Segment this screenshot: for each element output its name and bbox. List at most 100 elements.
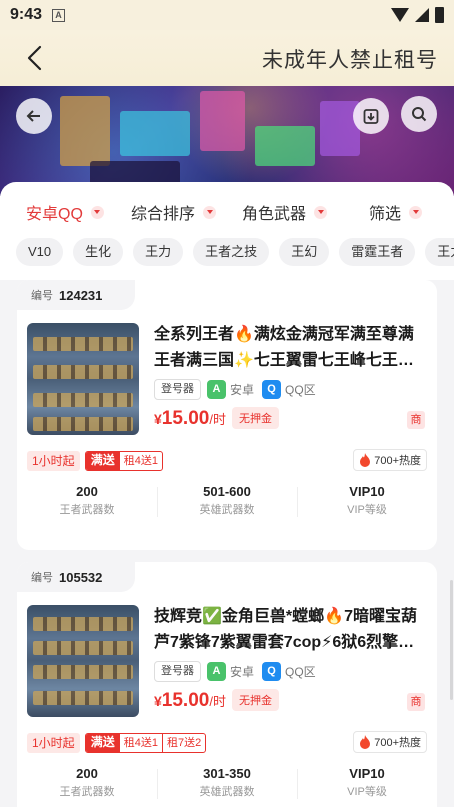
listing-card[interactable]: 编号 124231 全系列王者🔥满炫金满冠军满至尊满王者满三国✨七王翼雷七王峰七… bbox=[17, 280, 437, 550]
page-title: 未成年人禁止租号 bbox=[262, 49, 438, 72]
stat-value: 501-600 bbox=[203, 484, 251, 499]
back-arrow-icon[interactable] bbox=[22, 44, 50, 72]
sort-platform[interactable]: 安卓QQ bbox=[26, 200, 104, 224]
min-rent-tag: 1小时起 bbox=[27, 451, 80, 471]
deposit-badge: 无押金 bbox=[231, 689, 279, 711]
listing-code: 编号 105532 bbox=[17, 562, 135, 592]
save-button[interactable] bbox=[353, 98, 389, 134]
shop-badge: 商 bbox=[407, 411, 425, 429]
qq-icon: Q bbox=[262, 379, 282, 399]
listing-thumbnail bbox=[27, 605, 139, 717]
code-label: 编号 bbox=[31, 572, 53, 584]
stat-value: 200 bbox=[76, 766, 98, 781]
battery-icon bbox=[435, 7, 444, 23]
listing-card[interactable]: 编号 105532 技辉竞✅金角巨兽*螳螂🔥7暗曜宝葫芦7紫锋7紫翼雷套7cop… bbox=[17, 562, 437, 807]
banner-image bbox=[0, 86, 454, 196]
region-label: QQ区 bbox=[285, 664, 316, 679]
deal-item: 租4送1 bbox=[123, 455, 158, 467]
price-value: 15.00 bbox=[161, 408, 210, 429]
stat-label: VIP等级 bbox=[347, 504, 387, 516]
scrollbar[interactable] bbox=[450, 580, 453, 700]
price-unit: /时 bbox=[209, 412, 226, 427]
search-button[interactable] bbox=[401, 96, 437, 132]
tag-chip[interactable]: V10 bbox=[16, 238, 64, 266]
deal-item: 租7送2 bbox=[161, 734, 205, 752]
sort-overall[interactable]: 综合排序 bbox=[131, 200, 217, 224]
filter-button[interactable]: 筛选 bbox=[369, 200, 423, 224]
promo-row: 1小时起 满送 租4送1 租7送2 bbox=[27, 733, 207, 753]
shop-badge: 商 bbox=[407, 693, 425, 711]
wifi-icon bbox=[391, 8, 409, 22]
stat-vip-level: VIP10 VIP等级 bbox=[297, 483, 437, 523]
status-bar: 9:43 A bbox=[0, 0, 454, 30]
deal-group: 满送 租4送1 bbox=[84, 451, 163, 471]
stat-label: 英雄武器数 bbox=[199, 504, 255, 516]
stat-value: VIP10 bbox=[349, 484, 385, 499]
listing-thumbnail bbox=[27, 323, 139, 435]
sort-weapons[interactable]: 角色武器 bbox=[242, 200, 328, 224]
stat-king-weapons: 200 王者武器数 bbox=[17, 483, 157, 523]
deposit-badge: 无押金 bbox=[231, 407, 279, 429]
android-icon: A bbox=[207, 379, 226, 399]
tag-chip[interactable]: 王幻 bbox=[279, 238, 330, 266]
android-icon: A bbox=[207, 661, 226, 681]
tag-chip[interactable]: 王力 bbox=[133, 238, 184, 266]
signal-icon bbox=[415, 8, 429, 22]
listing-title: 技辉竞✅金角巨兽*螳螂🔥7暗曜宝葫芦7紫锋7紫翼雷套7cop⚡6狱6烈擎… bbox=[154, 608, 417, 651]
deal-label: 满送 bbox=[85, 452, 120, 470]
tag-chip[interactable]: 王力紫 bbox=[425, 238, 454, 266]
sort-weapons-label: 角色武器 bbox=[242, 206, 307, 223]
qq-icon: Q bbox=[262, 661, 282, 681]
listing-meta: 登号器 A 安卓 Q QQ区 bbox=[154, 378, 324, 400]
code-number: 124231 bbox=[59, 287, 103, 303]
stat-value: 200 bbox=[76, 484, 98, 499]
listing-meta: 登号器 A 安卓 Q QQ区 bbox=[154, 660, 324, 682]
promo-row: 1小时起 满送 租4送1 bbox=[27, 451, 163, 471]
banner-back-button[interactable] bbox=[16, 98, 52, 134]
platform-label: 安卓 bbox=[230, 382, 255, 397]
chevron-down-icon bbox=[203, 205, 217, 219]
stat-hero-weapons: 301-350 英雄武器数 bbox=[157, 765, 297, 805]
circle-back-icon bbox=[26, 110, 40, 122]
price-symbol: ¥ bbox=[154, 693, 162, 709]
price-value: 15.00 bbox=[161, 690, 210, 711]
status-icons bbox=[391, 7, 444, 23]
stat-vip-level: VIP10 VIP等级 bbox=[297, 765, 437, 805]
listing-code: 编号 124231 bbox=[17, 280, 135, 310]
stat-king-weapons: 200 王者武器数 bbox=[17, 765, 157, 805]
code-number: 105532 bbox=[59, 569, 103, 585]
filter-label: 筛选 bbox=[369, 206, 402, 223]
listing-stats: 200 王者武器数 301-350 英雄武器数 VIP10 VIP等级 bbox=[17, 765, 437, 805]
chevron-down-icon bbox=[90, 205, 104, 219]
listing-title: 全系列王者🔥满炫金满冠军满至尊满王者满三国✨七王翼雷七王峰七王… bbox=[154, 326, 414, 369]
sort-overall-label: 综合排序 bbox=[131, 206, 196, 223]
filter-panel: 安卓QQ 综合排序 角色武器 筛选 V10 生化王力王者之技王幻雷霆王者王力紫 bbox=[0, 182, 454, 280]
stat-value: 301-350 bbox=[203, 766, 251, 781]
tag-chip[interactable]: 雷霆王者 bbox=[339, 238, 416, 266]
stat-label: 王者武器数 bbox=[59, 786, 115, 798]
heat-text: 700+热度 bbox=[374, 737, 421, 749]
login-tag: 登号器 bbox=[154, 378, 201, 400]
stat-label: 英雄武器数 bbox=[199, 786, 255, 798]
search-icon bbox=[412, 107, 427, 122]
tag-row: V10 生化王力王者之技王幻雷霆王者王力紫 bbox=[16, 238, 454, 268]
chevron-down-icon bbox=[314, 205, 328, 219]
code-label: 编号 bbox=[31, 290, 53, 302]
listing-list: 编号 124231 全系列王者🔥满炫金满冠军满至尊满王者满三国✨七王翼雷七王峰七… bbox=[0, 280, 454, 807]
header-bar: 未成年人禁止租号 bbox=[0, 30, 454, 86]
deal-item: 租4送1 bbox=[123, 737, 158, 749]
region-label: QQ区 bbox=[285, 382, 316, 397]
sort-row: 安卓QQ 综合排序 角色武器 筛选 bbox=[0, 200, 454, 226]
deal-group: 满送 租4送1 租7送2 bbox=[84, 733, 207, 753]
flame-icon bbox=[360, 453, 371, 467]
stat-label: 王者武器数 bbox=[59, 504, 115, 516]
price-row: ¥ 15.00 /时 无押金 bbox=[154, 407, 279, 432]
login-tag: 登号器 bbox=[154, 660, 201, 682]
deal-label: 满送 bbox=[85, 734, 120, 752]
save-icon bbox=[363, 109, 379, 124]
tag-chip[interactable]: 生化 bbox=[73, 238, 124, 266]
platform-label: 安卓 bbox=[230, 664, 255, 679]
heat-badge: 700+热度 bbox=[353, 449, 427, 471]
tag-chip[interactable]: 王者之技 bbox=[193, 238, 270, 266]
stat-hero-weapons: 501-600 英雄武器数 bbox=[157, 483, 297, 523]
